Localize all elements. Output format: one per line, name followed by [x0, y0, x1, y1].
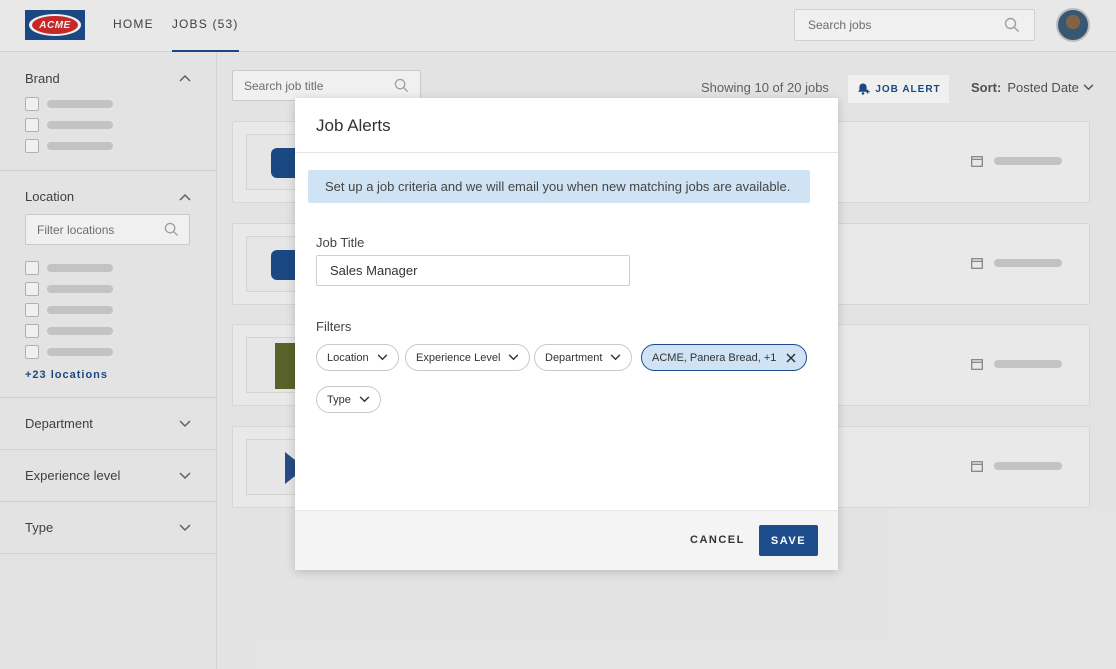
chip-label: Type: [327, 393, 351, 406]
job-title-label: Job Title: [316, 235, 365, 250]
chip-label: Experience Level: [416, 351, 501, 364]
cancel-button[interactable]: CANCEL: [690, 534, 745, 546]
chevron-down-icon: [377, 354, 387, 361]
save-button[interactable]: SAVE: [759, 525, 818, 556]
experience-filter-chip[interactable]: Experience Level: [405, 344, 531, 371]
chevron-down-icon: [509, 354, 519, 361]
job-alerts-modal: Job Alerts Set up a job criteria and we …: [295, 98, 838, 570]
brand-filter-chip[interactable]: ACME, Panera Bread, +1: [641, 344, 808, 371]
close-icon[interactable]: [786, 352, 796, 363]
department-filter-chip[interactable]: Department: [534, 344, 633, 371]
location-filter-chip[interactable]: Location: [316, 344, 399, 371]
job-title-input[interactable]: [316, 255, 630, 286]
chip-label: Department: [545, 351, 603, 364]
info-banner: Set up a job criteria and we will email …: [308, 170, 810, 203]
chevron-down-icon: [359, 396, 370, 403]
modal-footer: CANCEL SAVE: [295, 510, 838, 570]
chevron-down-icon: [611, 354, 621, 361]
chip-label: ACME, Panera Bread, +1: [652, 351, 777, 364]
type-filter-chip[interactable]: Type: [316, 386, 381, 413]
modal-title: Job Alerts: [295, 98, 838, 153]
chip-label: Location: [327, 351, 369, 364]
filters-label: Filters: [316, 319, 352, 334]
